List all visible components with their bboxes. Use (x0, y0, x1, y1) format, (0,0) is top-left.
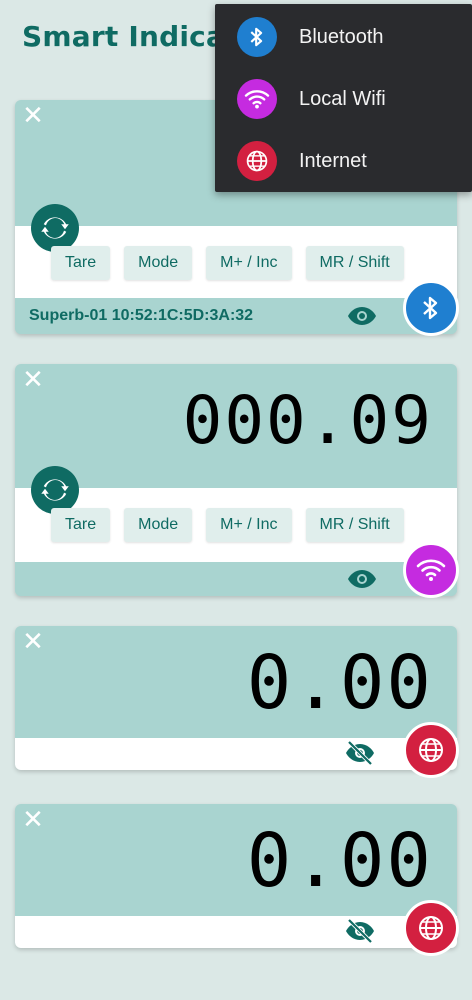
refresh-icon (41, 479, 69, 501)
card-footer (15, 916, 457, 948)
bluetooth-connection-badge[interactable] (403, 280, 459, 336)
weight-display: 0.00 (246, 640, 433, 726)
visibility-toggle[interactable] (345, 919, 375, 943)
card-footer (15, 562, 457, 596)
button-row: Tare Mode M+ / Inc MR / Shift (51, 246, 404, 280)
close-icon[interactable]: ✕ (21, 367, 45, 393)
wifi-connection-badge[interactable] (403, 542, 459, 598)
app-title: Smart Indica (22, 20, 226, 53)
bluetooth-icon (423, 296, 438, 320)
menu-item-internet[interactable]: Internet (215, 130, 472, 192)
eye-off-icon (346, 741, 374, 765)
indicator-card-4: ✕ 0.00 (15, 804, 459, 956)
close-icon[interactable]: ✕ (21, 629, 45, 655)
menu-item-label: Local Wifi (299, 87, 386, 110)
tare-button[interactable]: Tare (51, 508, 111, 542)
mode-button[interactable]: Mode (124, 246, 193, 280)
visibility-toggle[interactable] (345, 741, 375, 765)
visibility-toggle[interactable] (347, 305, 377, 327)
eye-icon (348, 570, 376, 588)
m-plus-inc-button[interactable]: M+ / Inc (206, 508, 292, 542)
indicator-card-2: ✕ 000.09 Tare Mode M+ / Inc MR / Shift (15, 364, 459, 598)
eye-off-icon (346, 919, 374, 943)
wifi-icon (416, 559, 446, 581)
menu-item-bluetooth[interactable]: Bluetooth (215, 6, 472, 68)
bluetooth-icon (237, 17, 277, 57)
globe-icon (419, 738, 443, 762)
indicator-card-3: ✕ 0.00 (15, 626, 459, 778)
menu-item-label: Internet (299, 149, 367, 172)
button-row: Tare Mode M+ / Inc MR / Shift (51, 508, 404, 542)
weight-display: 0.00 (246, 818, 433, 904)
mr-shift-button[interactable]: MR / Shift (305, 246, 404, 280)
mode-button[interactable]: Mode (124, 508, 193, 542)
refresh-button[interactable] (31, 466, 79, 514)
globe-icon (419, 916, 443, 940)
mr-shift-button[interactable]: MR / Shift (305, 508, 404, 542)
connection-type-menu: Bluetooth Local Wifi Internet (215, 4, 472, 192)
close-icon[interactable]: ✕ (21, 103, 45, 129)
wifi-icon (237, 79, 277, 119)
device-label: Superb-01 10:52:1C:5D:3A:32 (29, 307, 254, 324)
card-footer (15, 738, 457, 770)
refresh-icon (41, 217, 69, 239)
internet-connection-badge[interactable] (403, 722, 459, 778)
menu-item-local-wifi[interactable]: Local Wifi (215, 68, 472, 130)
internet-connection-badge[interactable] (403, 900, 459, 956)
weight-display: 000.09 (182, 382, 433, 459)
eye-icon (348, 307, 376, 325)
menu-item-label: Bluetooth (299, 25, 384, 48)
card-footer: Superb-01 10:52:1C:5D:3A:32 (15, 298, 457, 334)
refresh-button[interactable] (31, 204, 79, 252)
globe-icon (237, 141, 277, 181)
close-icon[interactable]: ✕ (21, 807, 45, 833)
tare-button[interactable]: Tare (51, 246, 111, 280)
visibility-toggle[interactable] (347, 568, 377, 590)
m-plus-inc-button[interactable]: M+ / Inc (206, 246, 292, 280)
